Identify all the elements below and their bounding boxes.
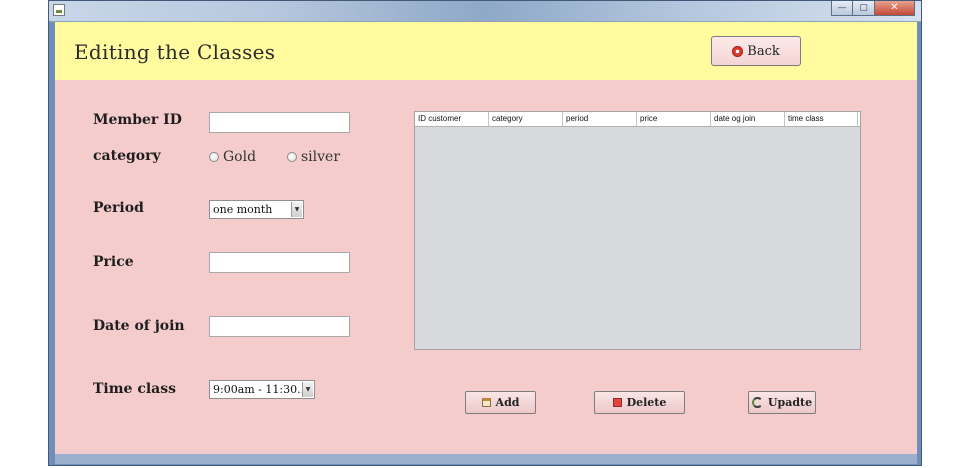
dropdown-arrow-icon[interactable]: ▼ — [302, 382, 313, 397]
time-class-label: Time class — [93, 381, 177, 397]
table-header: ID customer category period price date o… — [415, 112, 860, 127]
period-label: Period — [93, 200, 144, 216]
price-label: Price — [93, 254, 134, 270]
add-button-label: Add — [495, 396, 520, 409]
close-button[interactable]: ✕ — [875, 1, 915, 16]
add-icon — [481, 398, 491, 407]
delete-button[interactable]: Delete — [594, 391, 685, 414]
category-gold-radio[interactable]: Gold — [209, 149, 256, 165]
category-gold-label: Gold — [223, 149, 257, 165]
add-button[interactable]: Add — [465, 391, 536, 414]
update-button-label: Upadte — [767, 396, 813, 409]
period-select[interactable]: one month ▼ — [209, 200, 304, 219]
category-silver-radio[interactable]: silver — [287, 149, 340, 165]
category-silver-label: silver — [301, 149, 341, 165]
time-class-select-value: 9:00am - 11:30... — [213, 383, 308, 396]
column-id-customer[interactable]: ID customer — [415, 112, 489, 126]
date-of-join-label: Date of join — [93, 318, 185, 334]
title-bar[interactable]: — ▢ ✕ — [49, 1, 921, 22]
app-icon — [53, 4, 65, 16]
refresh-icon — [751, 397, 763, 408]
member-id-label: Member ID — [93, 112, 182, 128]
period-select-value: one month — [213, 203, 273, 216]
update-button[interactable]: Upadte — [748, 391, 816, 414]
delete-button-label: Delete — [626, 396, 667, 409]
header-bar: Editing the Classes Back — [55, 22, 917, 80]
date-of-join-input[interactable] — [209, 316, 350, 337]
column-price[interactable]: price — [637, 112, 711, 126]
form-panel: Member ID category Gold silver Period on… — [55, 80, 917, 454]
dropdown-arrow-icon[interactable]: ▼ — [291, 202, 302, 217]
column-category[interactable]: category — [489, 112, 563, 126]
back-icon — [732, 45, 744, 57]
delete-icon — [612, 398, 622, 407]
member-id-input[interactable] — [209, 112, 350, 133]
maximize-button[interactable]: ▢ — [853, 1, 875, 16]
radio-circle-icon — [287, 152, 297, 162]
page-title: Editing the Classes — [74, 40, 276, 64]
window-controls: — ▢ ✕ — [831, 1, 915, 16]
category-label: category — [93, 148, 161, 164]
radio-circle-icon — [209, 152, 219, 162]
classes-table[interactable]: ID customer category period price date o… — [414, 111, 861, 350]
column-period[interactable]: period — [563, 112, 637, 126]
price-input[interactable] — [209, 252, 350, 273]
status-strip — [55, 454, 917, 464]
column-date-of-join[interactable]: date og join — [711, 112, 785, 126]
time-class-select[interactable]: 9:00am - 11:30... ▼ — [209, 380, 315, 399]
minimize-button[interactable]: — — [831, 1, 853, 16]
back-button-label: Back — [747, 43, 780, 59]
back-button[interactable]: Back — [711, 36, 801, 66]
app-window: — ▢ ✕ Editing the Classes Back Member ID… — [48, 0, 922, 466]
column-time-class[interactable]: time class — [785, 112, 858, 126]
